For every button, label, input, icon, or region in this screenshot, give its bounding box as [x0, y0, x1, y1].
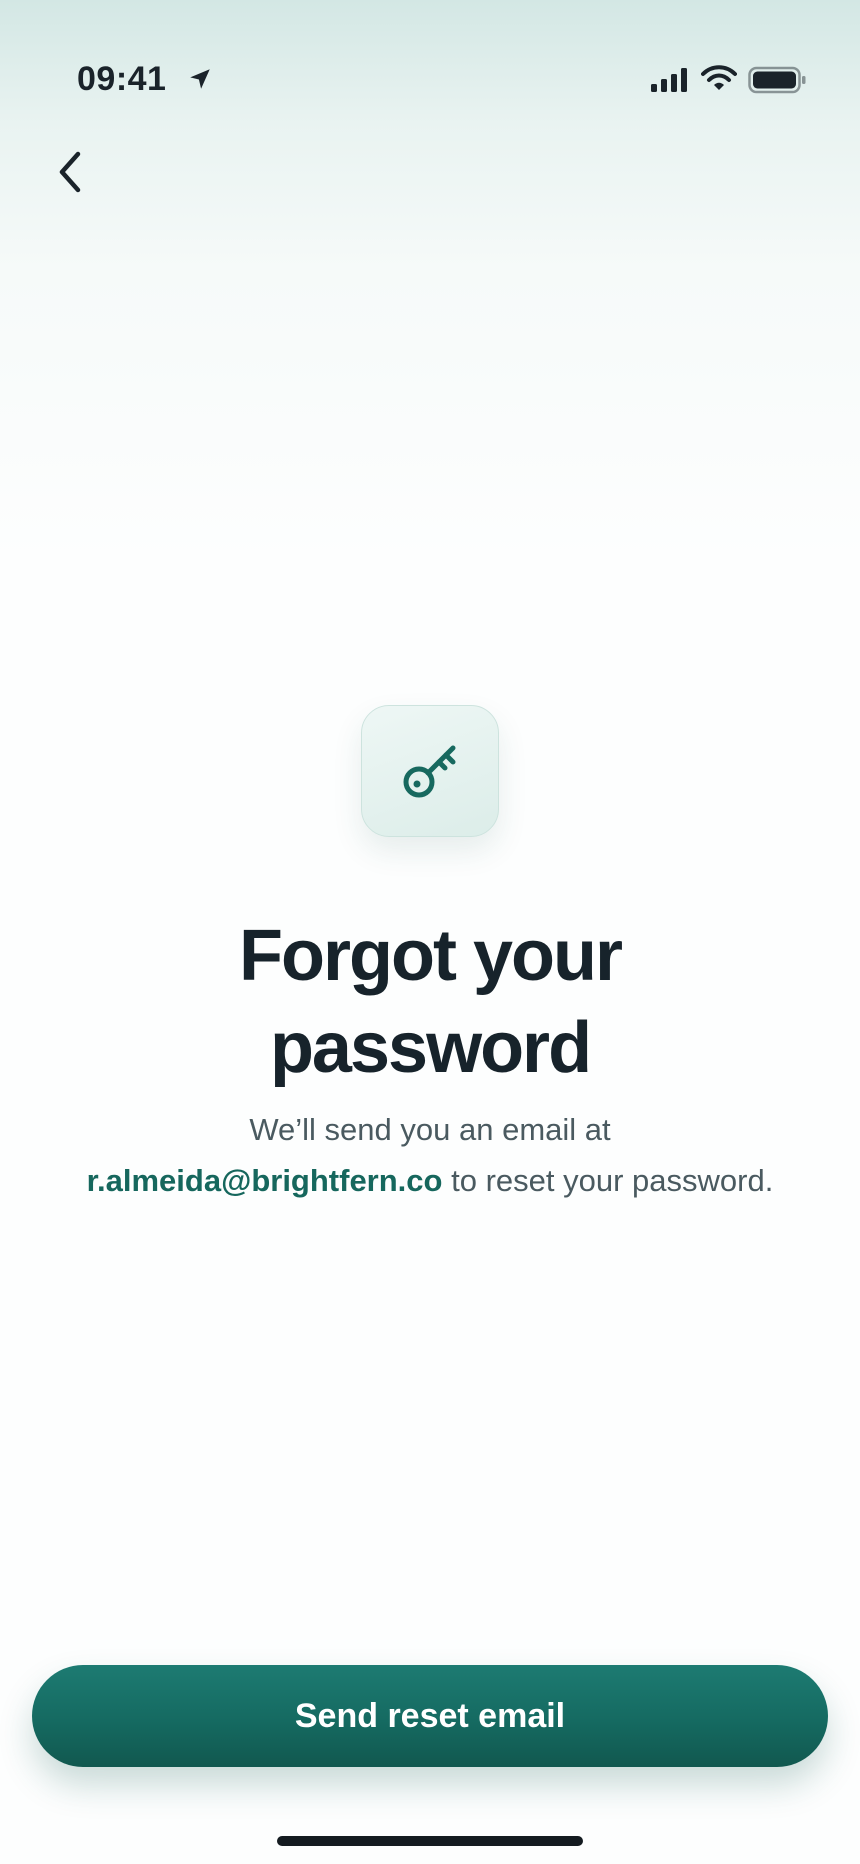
page-title: Forgot your password	[0, 910, 860, 1094]
home-indicator	[277, 1836, 583, 1846]
status-time: 09:41	[77, 60, 167, 98]
subtitle-suffix: to reset your password.	[451, 1163, 774, 1198]
send-reset-email-button[interactable]: Send reset email	[32, 1665, 828, 1767]
cellular-signal-icon	[651, 68, 687, 92]
wifi-icon	[701, 65, 737, 90]
email-address: r.almeida@brightfern.co	[86, 1163, 443, 1198]
status-bar: 09:41	[0, 0, 860, 160]
title-line-1: Forgot your	[239, 916, 623, 996]
subtitle: We’ll send you an email at r.almeida@bri…	[20, 1104, 840, 1206]
chevron-left-icon	[59, 151, 81, 193]
key-icon-tile	[361, 705, 499, 837]
back-button[interactable]	[40, 140, 100, 204]
subtitle-prefix: We’ll send you an email at	[249, 1112, 611, 1147]
location-arrow-icon	[190, 69, 210, 89]
battery-icon	[748, 66, 806, 94]
title-line-2: password	[269, 1008, 592, 1088]
key-icon	[403, 745, 456, 798]
